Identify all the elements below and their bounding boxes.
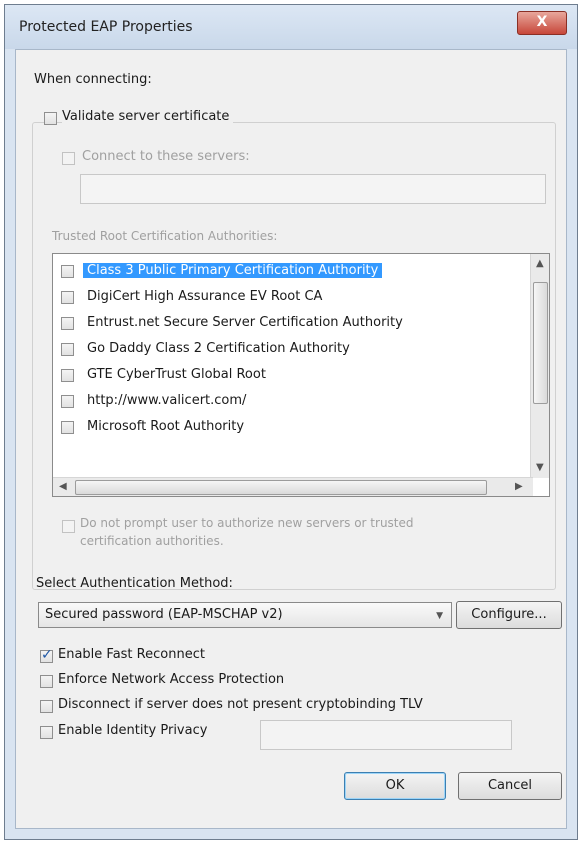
scroll-up-icon[interactable]: ▲: [536, 258, 544, 269]
vertical-scroll-thumb[interactable]: [533, 282, 548, 404]
list-item[interactable]: Microsoft Root Authority: [53, 415, 523, 441]
list-item-checkbox[interactable]: [61, 291, 74, 304]
list-item-checkbox[interactable]: [61, 317, 74, 330]
list-item-checkbox[interactable]: [61, 369, 74, 382]
cryptobinding-label: Disconnect if server does not present cr…: [58, 697, 423, 712]
validate-cert-checkbox[interactable]: [44, 112, 57, 125]
trusted-roots-label: Trusted Root Certification Authorities:: [52, 229, 278, 243]
title-bar: Protected EAP Properties X: [5, 5, 577, 49]
cancel-button[interactable]: Cancel: [458, 772, 562, 800]
chevron-down-icon: ▼: [436, 611, 443, 621]
connect-servers-label: Connect to these servers:: [82, 149, 250, 164]
list-item[interactable]: Go Daddy Class 2 Certification Authority: [53, 337, 523, 363]
list-item[interactable]: DigiCert High Assurance EV Root CA: [53, 285, 523, 311]
list-item[interactable]: http://www.valicert.com/: [53, 389, 523, 415]
scroll-right-icon[interactable]: ▶: [515, 481, 523, 492]
list-item-checkbox[interactable]: [61, 421, 74, 434]
close-icon: X: [536, 14, 548, 30]
cryptobinding-checkbox[interactable]: [40, 700, 53, 713]
identity-privacy-input[interactable]: [260, 720, 512, 750]
list-item[interactable]: Entrust.net Secure Server Certification …: [53, 311, 523, 337]
connect-servers-input[interactable]: [80, 174, 546, 204]
fast-reconnect-label: Enable Fast Reconnect: [58, 647, 205, 662]
window-title: Protected EAP Properties: [19, 19, 193, 35]
close-button[interactable]: X: [517, 11, 567, 35]
identity-privacy-label: Enable Identity Privacy: [58, 723, 208, 738]
trusted-roots-list[interactable]: Class 3 Public Primary Certification Aut…: [52, 253, 550, 497]
fast-reconnect-checkbox[interactable]: [40, 647, 53, 663]
list-item[interactable]: GTE CyberTrust Global Root: [53, 363, 523, 389]
connect-servers-checkbox[interactable]: [62, 152, 75, 165]
list-item-checkbox[interactable]: [61, 395, 74, 408]
auth-method-select[interactable]: Secured password (EAP-MSCHAP v2) ▼: [38, 602, 452, 628]
ok-button[interactable]: OK: [344, 772, 446, 800]
auth-method-value: Secured password (EAP-MSCHAP v2): [45, 607, 283, 622]
scroll-left-icon[interactable]: ◀: [59, 481, 67, 492]
vertical-scrollbar[interactable]: ▲ ▼: [530, 254, 549, 478]
configure-button[interactable]: Configure...: [456, 601, 562, 629]
list-item-checkbox[interactable]: [61, 343, 74, 356]
scroll-down-icon[interactable]: ▼: [536, 462, 544, 473]
enforce-nap-label: Enforce Network Access Protection: [58, 672, 285, 687]
enforce-nap-checkbox[interactable]: [40, 675, 53, 688]
horizontal-scrollbar[interactable]: ◀ ▶: [53, 477, 533, 496]
list-item-checkbox[interactable]: [61, 265, 74, 278]
auth-method-label: Select Authentication Method:: [36, 576, 233, 591]
dialog-body: When connecting: Validate server certifi…: [15, 49, 567, 829]
when-connecting-label: When connecting:: [34, 72, 152, 87]
identity-privacy-checkbox[interactable]: [40, 726, 53, 739]
dialog-window: Protected EAP Properties X When connecti…: [4, 4, 578, 840]
validate-cert-label: Validate server certificate: [62, 109, 234, 124]
do-not-prompt-checkbox[interactable]: [62, 520, 75, 533]
do-not-prompt-label-line2: certification authorities.: [80, 534, 224, 548]
horizontal-scroll-thumb[interactable]: [75, 480, 487, 495]
do-not-prompt-label-line1: Do not prompt user to authorize new serv…: [80, 516, 414, 530]
list-item[interactable]: Class 3 Public Primary Certification Aut…: [53, 259, 523, 285]
